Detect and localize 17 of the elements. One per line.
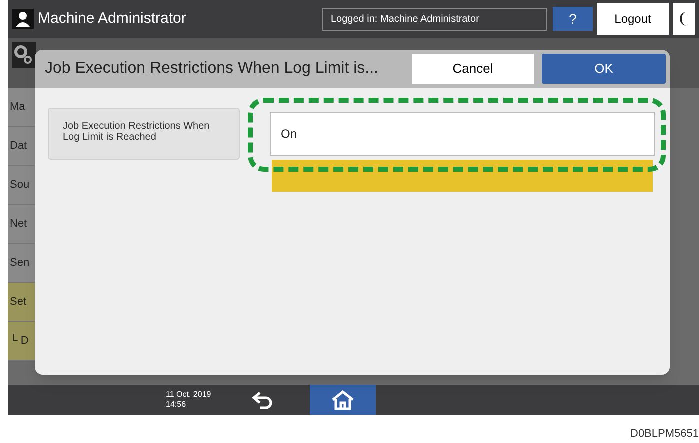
moon-icon[interactable] [673,3,695,35]
figure-code: D0BLPM5651 [630,427,699,442]
header-title: Machine Administrator [38,8,188,29]
home-icon [331,390,355,410]
setting-label: Job Execution Restrictions When Log Limit is Reached [48,108,240,160]
user-icon [12,9,34,29]
cancel-button[interactable]: Cancel [412,54,534,84]
footer-time: 14:56 [166,400,188,410]
login-status: Logged in: Machine Administrator [322,8,547,30]
dialog-title: Job Execution Restrictions When Log Limit is... [45,59,380,79]
back-icon[interactable] [252,391,274,409]
help-button[interactable]: ? [553,7,593,31]
home-button[interactable] [310,385,376,415]
logout-button[interactable]: Logout [597,3,669,35]
footer-date: 11 Oct. 2019 [166,390,212,400]
ok-button[interactable]: OK [542,54,666,84]
setting-value-field[interactable]: On [270,112,655,156]
